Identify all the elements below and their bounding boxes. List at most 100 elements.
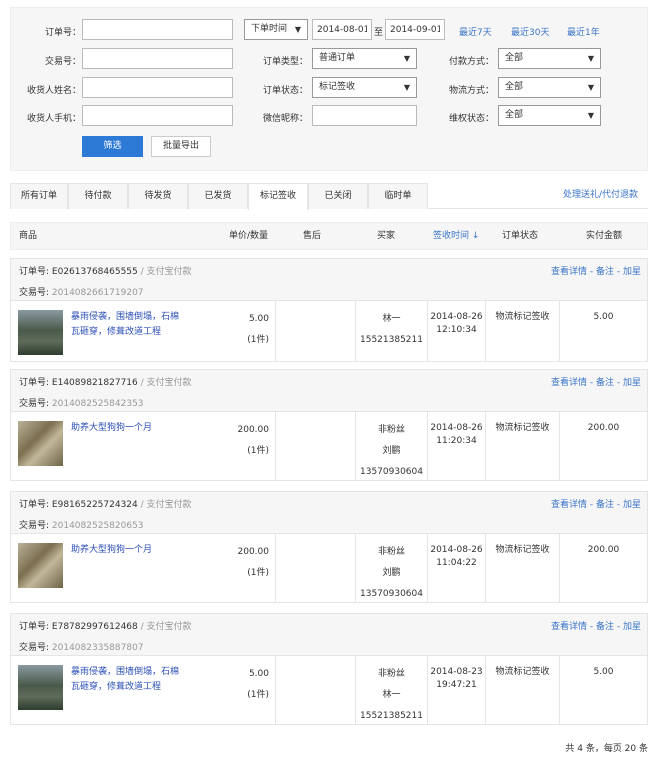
buyer-cell: 非粉丝 林一 15521385211 bbox=[355, 656, 427, 724]
order-header: 订单号: E02613768465555 / 支付宝付款 交易号: 2014082… bbox=[11, 259, 647, 301]
trade-no-label: 交易号: bbox=[19, 521, 52, 531]
order-header: 订单号: E14089821827716 / 支付宝付款 交易号: 2014082… bbox=[11, 370, 647, 412]
pagination-info: 共 4 条，每页 20 条 bbox=[565, 744, 648, 754]
order-type-value: 普通订单 bbox=[319, 53, 356, 63]
quick-1-year-link[interactable]: 最近1年 bbox=[567, 25, 600, 38]
status-cell: 物流标记签收 bbox=[485, 534, 559, 602]
sign-time-cell: 2014-08-26 11:20:34 bbox=[427, 412, 485, 480]
receiver-name-label: 收货人姓名： bbox=[26, 86, 81, 96]
paid-amount: 200.00 bbox=[587, 423, 620, 433]
logistics-select[interactable]: 全部 ▼ bbox=[498, 77, 601, 98]
tab-all-orders[interactable]: 所有订单 bbox=[10, 183, 68, 209]
tab-closed[interactable]: 已关闭 bbox=[308, 183, 368, 209]
order-status-value: 标记签收 bbox=[319, 82, 356, 92]
pay-method: / 支付宝付款 bbox=[137, 267, 192, 277]
quantity: (1件) bbox=[247, 568, 269, 578]
order-type-label: 订单类型： bbox=[262, 57, 308, 67]
table-header: 商品 单价/数量 售后 买家 签收时间 ↓ 订单状态 实付金额 bbox=[10, 222, 648, 250]
trade-no-label: 交易号: bbox=[19, 288, 52, 298]
receiver-name-input[interactable] bbox=[82, 77, 233, 98]
order-status-label: 订单状态： bbox=[262, 86, 308, 96]
order-no-label: 订单号: bbox=[19, 378, 52, 388]
order-actions[interactable]: 查看详情 - 备注 - 加星 bbox=[551, 375, 641, 388]
tab-marked-signed[interactable]: 标记签收 bbox=[248, 183, 308, 210]
wechat-input[interactable] bbox=[312, 105, 417, 126]
tab-shipped[interactable]: 已发货 bbox=[188, 183, 248, 209]
tab-pending-payment[interactable]: 待付款 bbox=[68, 183, 128, 209]
quick-30-days-link[interactable]: 最近30天 bbox=[511, 25, 549, 38]
order-status-select[interactable]: 标记签收 ▼ bbox=[312, 77, 417, 98]
trade-no: 交易号: 2014082661719207 bbox=[19, 285, 144, 298]
trade-no-label: 交易号: bbox=[19, 643, 52, 653]
order-no-input[interactable] bbox=[82, 19, 233, 40]
order-card: 订单号: E02613768465555 / 支付宝付款 交易号: 2014082… bbox=[10, 258, 648, 362]
unit-price: 200.00 bbox=[237, 425, 270, 435]
trade-no-label: 交易号: bbox=[19, 399, 52, 409]
order-body: 助养大型狗狗一个月 200.00 (1件) 非粉丝 刘鹏 13570930604 2014-… bbox=[11, 534, 647, 602]
order-status: 物流标记签收 bbox=[495, 312, 550, 322]
buyer-name: 刘鹏 bbox=[382, 446, 401, 456]
trade-no: 交易号: 2014082335887807 bbox=[19, 640, 144, 653]
order-type-select[interactable]: 普通订单 ▼ bbox=[312, 48, 417, 69]
wechat-label: 微信昵称： bbox=[262, 114, 308, 124]
date-from-input[interactable] bbox=[312, 19, 372, 40]
amount-cell: 200.00 bbox=[559, 412, 647, 480]
order-no: 订单号: E14089821827716 / 支付宝付款 bbox=[19, 375, 192, 388]
receiver-phone-input[interactable] bbox=[82, 105, 233, 126]
price-qty: 200.00 (1件) bbox=[219, 420, 270, 462]
col-sign-time[interactable]: 签收时间 ↓ bbox=[433, 223, 479, 249]
date-separator: 至 bbox=[374, 28, 384, 38]
order-status: 物流标记签收 bbox=[495, 545, 550, 555]
paid-amount: 200.00 bbox=[587, 545, 620, 555]
trade-no-input[interactable] bbox=[82, 48, 233, 69]
buyer-tag: 非粉丝 bbox=[377, 669, 405, 679]
gift-refund-link[interactable]: 处理送礼/代付退款 bbox=[563, 183, 638, 207]
aftersale-cell bbox=[275, 412, 355, 480]
order-status: 物流标记签收 bbox=[495, 667, 550, 677]
pay-method: / 支付宝付款 bbox=[137, 378, 192, 388]
order-no-value: E78782997612468 bbox=[51, 622, 138, 632]
sign-time-cell: 2014-08-26 12:10:34 bbox=[427, 301, 485, 361]
order-actions[interactable]: 查看详情 - 备注 - 加星 bbox=[551, 497, 641, 510]
time-type-select[interactable]: 下单时间 ▼ bbox=[244, 19, 308, 40]
col-status: 订单状态 bbox=[502, 231, 539, 241]
buyer-phone: 13570930604 bbox=[360, 467, 423, 477]
quick-7-days-link[interactable]: 最近7天 bbox=[459, 25, 492, 38]
caret-down-icon: ▼ bbox=[587, 83, 594, 92]
order-actions[interactable]: 查看详情 - 备注 - 加星 bbox=[551, 619, 641, 632]
sign-time: 12:10:34 bbox=[436, 325, 477, 335]
col-aftersale: 售后 bbox=[303, 231, 322, 241]
rights-select[interactable]: 全部 ▼ bbox=[498, 105, 601, 126]
tab-pending-shipment[interactable]: 待发货 bbox=[128, 183, 188, 209]
caret-down-icon: ▼ bbox=[403, 83, 410, 92]
sign-time: 19:47:21 bbox=[436, 680, 477, 690]
unit-price: 5.00 bbox=[248, 314, 269, 324]
buyer-name: 林一 bbox=[382, 690, 401, 700]
sign-date: 2014-08-26 bbox=[430, 545, 483, 555]
pay-method-select[interactable]: 全部 ▼ bbox=[498, 48, 601, 69]
trade-no: 交易号: 2014082525820653 bbox=[19, 518, 144, 531]
amount-cell: 200.00 bbox=[559, 534, 647, 602]
quantity: (1件) bbox=[247, 335, 269, 345]
filter-button[interactable]: 筛选 bbox=[82, 136, 143, 157]
status-cell: 物流标记签收 bbox=[485, 656, 559, 724]
order-no: 订单号: E02613768465555 / 支付宝付款 bbox=[19, 264, 192, 277]
order-body: 暴雨侵袭，围墙倒塌，石棉瓦砸穿，修葺改道工程 5.00 (1件) 林一 15521385… bbox=[11, 301, 647, 361]
order-no-value: E14089821827716 bbox=[51, 378, 138, 388]
rights-label: 维权状态： bbox=[448, 114, 494, 124]
tab-temporary[interactable]: 临时单 bbox=[368, 183, 428, 209]
price-cell: 200.00 (1件) bbox=[11, 534, 275, 602]
export-button[interactable]: 批量导出 bbox=[151, 136, 211, 157]
time-type-value: 下单时间 bbox=[251, 24, 288, 34]
pay-method: / 支付宝付款 bbox=[137, 622, 192, 632]
buyer-tag: 非粉丝 bbox=[377, 547, 405, 557]
price-qty: 200.00 (1件) bbox=[219, 542, 270, 584]
order-body: 助养大型狗狗一个月 200.00 (1件) 非粉丝 刘鹏 13570930604 2014-… bbox=[11, 412, 647, 480]
pay-method-value: 全部 bbox=[505, 53, 524, 63]
order-actions[interactable]: 查看详情 - 备注 - 加星 bbox=[551, 264, 641, 277]
sign-time: 11:04:22 bbox=[436, 558, 477, 568]
price-qty: 5.00 (1件) bbox=[219, 309, 269, 351]
pay-method-label: 付款方式： bbox=[448, 57, 494, 67]
order-header: 订单号: E78782997612468 / 支付宝付款 交易号: 2014082… bbox=[11, 614, 647, 656]
date-to-input[interactable] bbox=[385, 19, 445, 40]
